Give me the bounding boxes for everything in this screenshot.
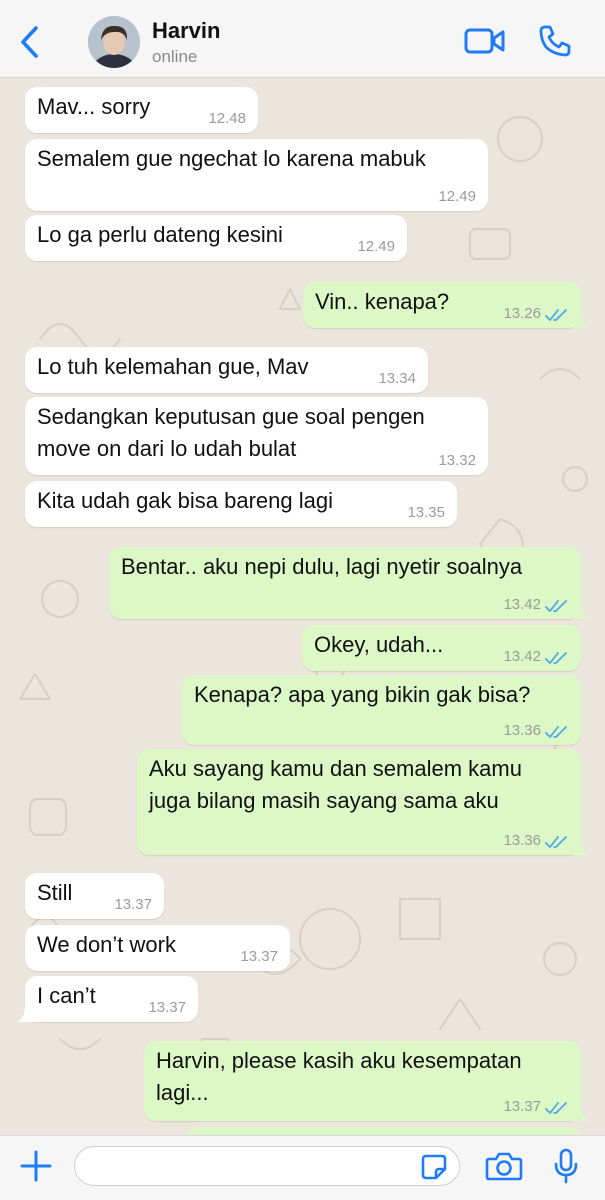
message-list[interactable]: Mav... sorry 12.48 Semalem gue ngechat lo … [0, 79, 605, 1135]
contact-status: online [152, 47, 198, 66]
message-timestamp: 13.32 [438, 452, 476, 469]
avatar[interactable] [88, 16, 140, 68]
outgoing-message[interactable]: Vin.. kenapa? 13.26 [303, 282, 589, 328]
message-timestamp: 13.37 [503, 1098, 541, 1115]
outgoing-message-partial[interactable] [187, 1127, 581, 1135]
video-call-button[interactable] [464, 26, 506, 56]
outgoing-message[interactable]: Bentar.. aku nepi dulu, lagi nyetir soal… [109, 547, 589, 619]
message-timestamp: 13.35 [407, 504, 445, 521]
incoming-message[interactable]: Lo ga perlu dateng kesini 12.49 [25, 215, 407, 261]
camera-icon [485, 1152, 523, 1181]
read-ticks-icon [545, 1102, 567, 1114]
read-ticks-icon [545, 600, 567, 612]
outgoing-message[interactable]: Kenapa? apa yang bikin gak bisa? 13.36 [182, 675, 581, 745]
read-ticks-icon [545, 836, 567, 848]
phone-icon [539, 25, 571, 57]
message-text: Aku sayang kamu dan semalem kamu juga bi… [149, 756, 522, 813]
incoming-message[interactable]: Kita udah gak bisa bareng lagi 13.35 [25, 481, 457, 527]
incoming-message[interactable]: Mav... sorry 12.48 [25, 87, 258, 133]
incoming-message[interactable]: Still 13.37 [25, 873, 164, 919]
incoming-message[interactable]: Sedangkan keputusan gue soal pengen move… [25, 397, 488, 475]
bubble-tail [573, 839, 589, 855]
message-input[interactable] [74, 1146, 460, 1186]
chevron-left-icon [21, 26, 38, 58]
message-timestamp: 13.42 [503, 648, 541, 665]
message-text: Lo tuh kelemahan gue, Mav [37, 354, 309, 379]
message-timestamp: 13.37 [148, 999, 186, 1016]
microphone-button[interactable] [553, 1148, 579, 1184]
message-timestamp: 13.37 [114, 896, 152, 913]
video-camera-icon [464, 28, 505, 54]
message-timestamp: 13.42 [503, 596, 541, 613]
microphone-icon [554, 1148, 578, 1184]
read-ticks-icon [545, 726, 567, 738]
attach-button[interactable] [18, 1148, 54, 1184]
message-timestamp: 13.26 [503, 305, 541, 322]
message-text: Semalem gue ngechat lo karena mabuk [37, 146, 426, 171]
message-text: Lo ga perlu dateng kesini [37, 222, 283, 247]
incoming-message[interactable]: I can’t 13.37 [17, 976, 198, 1022]
message-text: Sedangkan keputusan gue soal pengen move… [37, 404, 425, 461]
message-timestamp: 12.48 [208, 110, 246, 127]
read-ticks-icon [545, 309, 567, 321]
incoming-message[interactable]: Lo tuh kelemahan gue, Mav 13.34 [25, 347, 428, 393]
read-ticks-icon [545, 652, 567, 664]
incoming-message[interactable]: We don’t work 13.37 [25, 925, 290, 971]
incoming-message[interactable]: Semalem gue ngechat lo karena mabuk 12.49 [25, 139, 488, 211]
sticker-button[interactable] [420, 1153, 448, 1181]
message-timestamp: 13.36 [503, 832, 541, 849]
voice-call-button[interactable] [538, 24, 572, 58]
message-text: Bentar.. aku nepi dulu, lagi nyetir soal… [121, 554, 523, 579]
message-timestamp: 12.49 [357, 238, 395, 255]
back-button[interactable] [14, 22, 44, 62]
message-text: Kita udah gak bisa bareng lagi [37, 488, 333, 513]
camera-button[interactable] [485, 1150, 523, 1182]
plus-icon [20, 1150, 52, 1182]
outgoing-message[interactable]: Aku sayang kamu dan semalem kamu juga bi… [137, 749, 589, 855]
contact-name[interactable]: Harvin [152, 18, 220, 44]
chat-header: Harvin online [0, 0, 605, 78]
message-text: Kenapa? apa yang bikin gak bisa? [194, 682, 531, 707]
message-timestamp: 13.36 [503, 722, 541, 739]
message-timestamp: 13.37 [240, 948, 278, 965]
compose-bar [0, 1135, 605, 1200]
message-timestamp: 13.34 [378, 370, 416, 387]
bubble-tail [573, 603, 589, 619]
bubble-tail [573, 312, 589, 328]
outgoing-message[interactable]: Harvin, please kasih aku kesempatan lagi… [144, 1041, 589, 1121]
message-timestamp: 12.49 [438, 188, 476, 205]
bubble-tail [573, 1105, 589, 1121]
sticker-icon [421, 1154, 447, 1180]
outgoing-message[interactable]: Okey, udah... 13.42 [302, 625, 581, 671]
bubble-tail [17, 1006, 33, 1022]
